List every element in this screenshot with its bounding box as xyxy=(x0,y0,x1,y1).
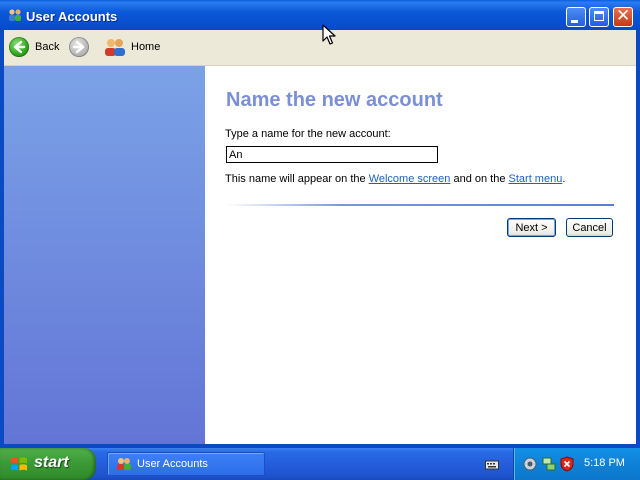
note-prefix: This name will appear on the xyxy=(225,173,369,185)
home-label: Home xyxy=(131,41,161,53)
window-title: User Accounts xyxy=(26,9,118,24)
maximize-button[interactable] xyxy=(589,7,609,27)
start-label: start xyxy=(34,454,69,471)
back-label: Back xyxy=(35,41,60,53)
close-button[interactable]: ✕ xyxy=(613,6,633,27)
main-content: Name the new account Type a name for the… xyxy=(205,66,636,444)
home-users-icon xyxy=(105,39,125,56)
note-middle: and on the xyxy=(450,173,509,185)
name-usage-note: This name will appear on the Welcome scr… xyxy=(225,173,565,185)
system-tray: 5:18 PM xyxy=(513,448,640,480)
cancel-button[interactable]: Cancel xyxy=(566,218,613,237)
account-name-input[interactable] xyxy=(226,146,438,163)
minimize-button[interactable] xyxy=(566,7,586,27)
mouse-cursor-icon xyxy=(322,24,336,45)
maximize-icon xyxy=(594,11,604,21)
minimize-icon xyxy=(571,20,578,23)
note-suffix: . xyxy=(562,173,566,185)
window-titlebar[interactable]: User Accounts ✕ xyxy=(0,0,640,30)
taskbar-item-label: User Accounts xyxy=(137,458,208,470)
window-border-right xyxy=(636,30,640,448)
separator-line xyxy=(226,204,614,206)
close-icon: ✕ xyxy=(616,6,631,25)
navigation-toolbar: Back Home xyxy=(4,30,636,66)
volume-icon[interactable] xyxy=(522,456,538,472)
welcome-screen-link[interactable]: Welcome screen xyxy=(369,173,451,185)
security-alert-icon[interactable] xyxy=(559,456,575,472)
forward-arrow-icon xyxy=(69,37,89,57)
network-icon[interactable] xyxy=(541,456,557,472)
user-accounts-icon xyxy=(117,458,131,470)
start-menu-link[interactable]: Start menu xyxy=(509,173,563,185)
home-button[interactable]: Home xyxy=(104,36,160,58)
next-button[interactable]: Next > xyxy=(507,218,556,237)
keyboard-icon[interactable] xyxy=(485,458,499,470)
start-button[interactable]: start xyxy=(0,448,96,480)
user-accounts-icon xyxy=(9,9,21,21)
page-title: Name the new account xyxy=(226,89,443,111)
left-task-pane xyxy=(4,66,205,444)
account-name-prompt: Type a name for the new account: xyxy=(225,128,391,140)
forward-button[interactable] xyxy=(69,36,89,58)
system-clock[interactable]: 5:18 PM xyxy=(584,457,625,469)
back-arrow-icon xyxy=(9,37,29,57)
taskbar-item-user-accounts[interactable]: User Accounts xyxy=(107,452,265,476)
back-button[interactable]: Back xyxy=(9,36,59,58)
windows-logo-icon xyxy=(11,457,27,471)
taskbar: start User Accounts 5:18 PM xyxy=(0,448,640,480)
